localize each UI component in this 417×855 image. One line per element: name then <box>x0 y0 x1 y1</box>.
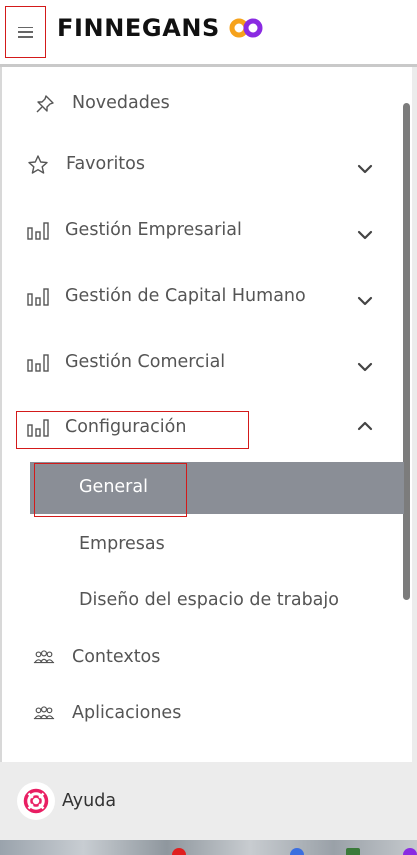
bar-chart-icon <box>27 286 49 308</box>
sidebar-item-label: Gestión Comercial <box>65 352 226 372</box>
sidebar-item-contextos[interactable]: Contextos <box>0 635 398 681</box>
content-edge <box>412 67 417 855</box>
configuracion-highlight <box>16 411 249 449</box>
sidebar-item-aplicaciones[interactable]: Aplicaciones <box>0 691 398 737</box>
sidebar-item-label: Aplicaciones <box>72 703 182 723</box>
help-label[interactable]: Ayuda <box>62 791 116 811</box>
chevron-down-icon[interactable] <box>356 358 374 376</box>
brand-name: FINNEGANS <box>57 14 220 42</box>
sidebar-item-novedades[interactable]: Novedades <box>0 81 398 127</box>
submenu-item-label: Diseño del espacio de trabajo <box>79 590 339 610</box>
sidebar-item-gestion-comercial[interactable]: Gestión Comercial <box>0 340 398 386</box>
sidebar-item-gestion-capital-humano[interactable]: Gestión de Capital Humano <box>0 274 398 320</box>
pin-icon <box>34 93 56 115</box>
sidebar-scrollbar[interactable] <box>403 103 410 600</box>
people-icon <box>33 703 55 725</box>
people-icon <box>33 647 55 669</box>
chevron-down-icon[interactable] <box>356 160 374 178</box>
sidebar-item-favoritos[interactable]: Favoritos <box>0 142 398 188</box>
infinity-logo-icon <box>229 18 263 38</box>
sidebar-item-label: Contextos <box>72 647 161 667</box>
sidebar-item-label: Gestión de Capital Humano <box>65 286 306 306</box>
hamburger-icon <box>18 26 33 38</box>
lifebuoy-icon <box>23 788 49 814</box>
taskbar-app-icon[interactable] <box>290 848 304 855</box>
submenu-item-empresas[interactable]: Empresas <box>30 519 404 571</box>
header-divider <box>0 64 417 67</box>
hamburger-menu-button[interactable] <box>5 6 46 58</box>
bar-chart-icon <box>27 220 49 242</box>
taskbar-app-icon[interactable] <box>403 848 417 855</box>
submenu-item-diseno-espacio-trabajo[interactable]: Diseño del espacio de trabajo <box>30 575 404 627</box>
sidebar-item-label: Novedades <box>72 93 170 113</box>
help-button[interactable] <box>17 782 55 820</box>
brand-logo[interactable]: FINNEGANS <box>57 14 263 42</box>
taskbar-app-icon[interactable] <box>172 848 186 855</box>
bar-chart-icon <box>27 352 49 374</box>
sidebar-item-gestion-empresarial[interactable]: Gestión Empresarial <box>0 208 398 254</box>
star-icon <box>27 154 49 176</box>
general-highlight <box>34 463 187 517</box>
chevron-down-icon[interactable] <box>356 292 374 310</box>
taskbar-app-icon[interactable] <box>346 848 360 855</box>
app-header: FINNEGANS <box>0 0 417 65</box>
submenu-item-label: Empresas <box>79 534 165 554</box>
chevron-down-icon[interactable] <box>356 226 374 244</box>
sidebar-item-label: Favoritos <box>66 154 145 174</box>
chevron-up-icon[interactable] <box>356 417 374 435</box>
sidebar-item-label: Gestión Empresarial <box>65 220 242 240</box>
